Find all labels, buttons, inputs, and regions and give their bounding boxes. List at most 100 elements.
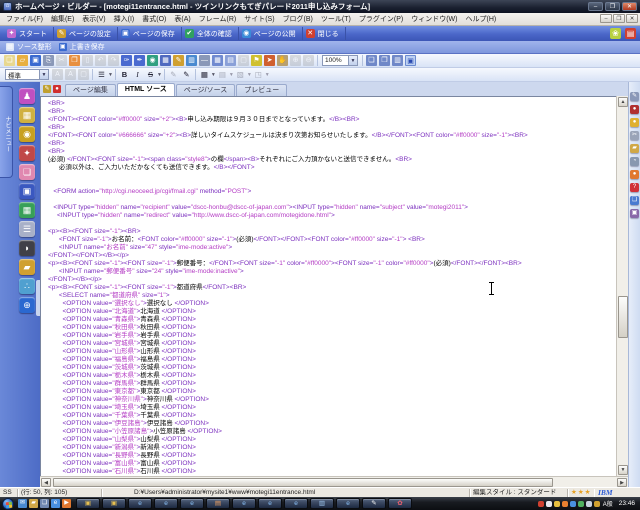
right-strip-icon[interactable]: ● — [630, 105, 639, 114]
view-toggle-button[interactable]: ❐ — [379, 55, 390, 66]
standard-toolbar-icon[interactable]: — — [199, 55, 210, 66]
sidebar-icon[interactable]: ◉ — [19, 126, 35, 142]
taskbar-app-button[interactable]: e — [154, 498, 178, 509]
taskbar-app-button[interactable]: e — [180, 498, 204, 509]
menu-item[interactable]: 挿入(I) — [110, 13, 139, 25]
view-tab[interactable]: ページ/ソース — [176, 84, 235, 96]
quick-launch-icon[interactable]: ▶ — [62, 499, 71, 508]
quick-launch-icon[interactable]: ❏ — [40, 499, 49, 508]
tray-icon[interactable] — [570, 501, 576, 507]
main-toolbar-button[interactable]: ✕ 閉じる — [303, 27, 346, 40]
sidebar-icon[interactable]: ∴ — [19, 278, 35, 294]
main-toolbar-button[interactable]: ✦ スタート — [4, 27, 54, 40]
quick-launch-icon[interactable]: ▰ — [29, 499, 38, 508]
tray-icon[interactable] — [538, 501, 544, 507]
standard-toolbar-icon[interactable]: ⚑ — [251, 55, 262, 66]
vertical-scroll-thumb[interactable] — [618, 296, 628, 338]
taskbar-app-button[interactable]: ✎ — [362, 498, 386, 509]
sidebar-icon[interactable]: ♟ — [19, 88, 35, 104]
standard-toolbar-icon[interactable]: ▣ — [30, 55, 41, 66]
taskbar-app-button[interactable]: ▥ — [310, 498, 334, 509]
sidebar-icon[interactable]: ▰ — [19, 259, 35, 275]
pencil-button[interactable]: ✎ — [181, 69, 192, 80]
view-toggle-button[interactable]: ▥ — [392, 55, 403, 66]
scroll-up-button[interactable]: ▲ — [618, 97, 628, 107]
tray-icon[interactable] — [578, 501, 584, 507]
standard-toolbar-icon[interactable]: ↷ — [108, 55, 119, 66]
view-toggle-button[interactable]: ❏ — [366, 55, 377, 66]
tray-icon[interactable] — [554, 501, 560, 507]
menu-item[interactable]: サイト(S) — [240, 13, 278, 25]
sidebar-icon[interactable]: ✦ — [19, 145, 35, 161]
italic-button[interactable]: I — [132, 69, 143, 80]
taskbar-app-button[interactable]: e — [232, 498, 256, 509]
child-restore-button[interactable]: ❐ — [613, 14, 625, 23]
taskbar-app-button[interactable]: e — [128, 498, 152, 509]
menu-item[interactable]: ブログ(B) — [279, 13, 317, 25]
sidebar-icon[interactable]: ❏ — [19, 164, 35, 180]
horizontal-scrollbar[interactable]: ◀ ▶ — [40, 476, 628, 487]
ime-indicator[interactable]: A般 — [603, 499, 613, 508]
menu-item[interactable]: ウィンドウ(W) — [407, 13, 461, 25]
view-tab[interactable]: ページ編集 — [65, 84, 116, 96]
view-tab[interactable]: プレビュー — [236, 84, 287, 96]
menu-item[interactable]: 編集(E) — [47, 13, 78, 25]
standard-toolbar-icon[interactable]: ▦ — [160, 55, 171, 66]
standard-toolbar-icon[interactable]: ▱ — [17, 55, 28, 66]
close-window-button[interactable]: ✕ — [622, 2, 637, 11]
main-toolbar-button[interactable]: ✔ 全体の確認 — [182, 27, 239, 40]
taskbar-app-button[interactable]: ▤ — [206, 498, 230, 509]
view-toggle-button[interactable]: ▣ — [405, 55, 416, 66]
navi-menu-tab[interactable]: ナビメニュー — [0, 86, 13, 178]
taskbar-app-button[interactable]: ▣ — [76, 498, 100, 509]
right-strip-icon[interactable]: ✎ — [630, 92, 639, 101]
standard-toolbar-icon[interactable]: ❐ — [69, 55, 80, 66]
zoom-combo[interactable]: 100% ▼ — [322, 55, 358, 66]
scroll-right-button[interactable]: ▶ — [617, 478, 627, 487]
right-strip-icon[interactable]: ▰ — [630, 144, 639, 153]
chevron-down-icon[interactable]: ▼ — [39, 70, 48, 79]
right-strip-icon[interactable]: ? — [630, 183, 639, 192]
standard-toolbar-icon[interactable]: ▤ — [225, 55, 236, 66]
vertical-scrollbar[interactable]: ▲ ▼ — [616, 96, 628, 476]
standard-toolbar-icon[interactable]: ↶ — [95, 55, 106, 66]
standard-toolbar-icon[interactable]: ▥ — [186, 55, 197, 66]
right-strip-icon[interactable]: ◔ — [630, 157, 639, 166]
sidebar-icon[interactable]: ▣ — [19, 183, 35, 199]
restore-button[interactable]: ❐ — [605, 2, 620, 11]
standard-toolbar-icon[interactable]: ▯ — [82, 55, 93, 66]
taskbar-app-button[interactable]: e — [284, 498, 308, 509]
main-toolbar-button[interactable]: ◉ ページの公開 — [239, 27, 303, 40]
taskbar-app-button[interactable]: e — [258, 498, 282, 509]
view-tab[interactable]: HTML ソース — [117, 83, 175, 96]
taskbar-app-button[interactable]: e — [336, 498, 360, 509]
sidebar-icon[interactable]: ⊕ — [19, 297, 35, 313]
child-minimize-button[interactable]: – — [600, 14, 612, 23]
menu-item[interactable]: フレーム(R) — [195, 13, 241, 25]
right-strip-icon[interactable]: ❏ — [630, 196, 639, 205]
sidebar-icon[interactable]: ☰ — [19, 221, 35, 237]
standard-toolbar-icon[interactable]: ⊕ — [290, 55, 301, 66]
standard-toolbar-icon[interactable]: ⊖ — [303, 55, 314, 66]
menu-item[interactable]: 表示(V) — [78, 13, 109, 25]
list-button[interactable]: ☰ — [96, 69, 107, 80]
sidebar-icon[interactable]: ▦ — [19, 107, 35, 123]
standard-toolbar-icon[interactable]: ▢ — [238, 55, 249, 66]
tray-icon[interactable] — [562, 501, 568, 507]
menu-item[interactable]: ツール(T) — [317, 13, 355, 25]
strike-button[interactable]: S — [145, 69, 156, 80]
taskbar-app-button[interactable]: ✿ — [388, 498, 412, 509]
main-toolbar-button[interactable]: ✎ ページの設定 — [54, 27, 118, 40]
standard-toolbar-icon[interactable]: ❏ — [4, 55, 15, 66]
start-orb[interactable] — [2, 498, 14, 510]
tray-icon[interactable] — [594, 501, 600, 507]
scroll-left-button[interactable]: ◀ — [41, 478, 51, 487]
quick-launch-icon[interactable]: ✉ — [18, 499, 27, 508]
menu-item[interactable]: 表(A) — [170, 13, 194, 25]
minimize-button[interactable]: – — [588, 2, 603, 11]
child-close-button[interactable]: ✕ — [626, 14, 638, 23]
standard-toolbar-icon[interactable]: ✋ — [277, 55, 288, 66]
standard-toolbar-icon[interactable]: ➤ — [264, 55, 275, 66]
sidebar-icon[interactable]: ▦ — [19, 202, 35, 218]
sidebar-icon[interactable]: ◗ — [19, 240, 35, 256]
